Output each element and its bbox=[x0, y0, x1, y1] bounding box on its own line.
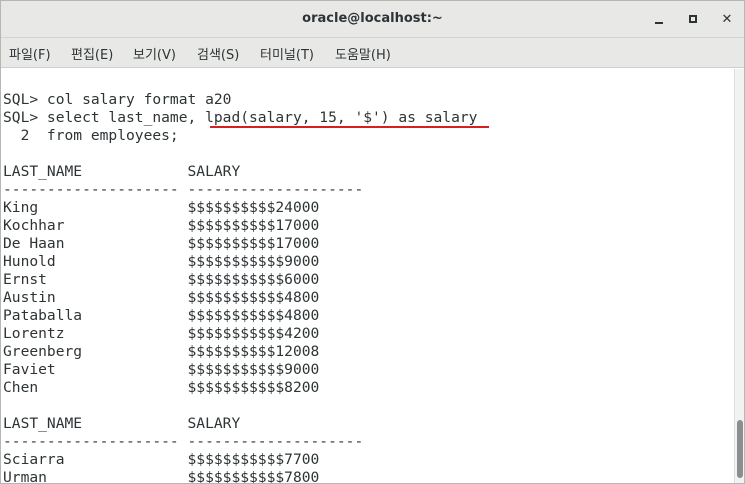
terminal-line: King $$$$$$$$$$24000 bbox=[3, 199, 320, 216]
terminal-line: LAST_NAME SALARY bbox=[3, 163, 241, 180]
terminal-line: Hunold $$$$$$$$$$$9000 bbox=[3, 253, 320, 270]
terminal-line: LAST_NAME SALARY bbox=[3, 415, 241, 432]
menu-file[interactable]: 파일(F) bbox=[9, 44, 51, 63]
terminal-line: Chen $$$$$$$$$$$8200 bbox=[3, 379, 320, 396]
terminal-line: Austin $$$$$$$$$$$4800 bbox=[3, 289, 320, 306]
scrollbar-thumb[interactable] bbox=[737, 420, 743, 478]
terminal-line: Pataballa $$$$$$$$$$$4800 bbox=[3, 307, 320, 324]
close-button[interactable]: ✕ bbox=[717, 9, 737, 29]
terminal-line: Ernst $$$$$$$$$$$6000 bbox=[3, 271, 320, 288]
vertical-scrollbar[interactable] bbox=[734, 69, 744, 483]
menu-bar: 파일(F) 편집(E) 보기(V) 검색(S) 터미널(T) 도움말(H) bbox=[1, 38, 744, 68]
terminal-line: SQL> select last_name, lpad(salary, 15, … bbox=[3, 109, 478, 126]
title-bar[interactable]: oracle@localhost:~ ✕ bbox=[1, 1, 744, 38]
maximize-button[interactable] bbox=[683, 9, 703, 29]
terminal-line: Sciarra $$$$$$$$$$$7700 bbox=[3, 451, 320, 468]
terminal-line: Faviet $$$$$$$$$$$9000 bbox=[3, 361, 320, 378]
minimize-icon bbox=[655, 22, 663, 24]
menu-terminal[interactable]: 터미널(T) bbox=[260, 44, 314, 63]
terminal-line: 2 from employees; bbox=[3, 127, 179, 144]
terminal-output[interactable]: SQL> col salary format a20 SQL> select l… bbox=[1, 69, 734, 483]
terminal-line: Greenberg $$$$$$$$$$12008 bbox=[3, 343, 320, 360]
minimize-button[interactable] bbox=[649, 9, 669, 29]
terminal-line: De Haan $$$$$$$$$$17000 bbox=[3, 235, 320, 252]
terminal-line: Urman $$$$$$$$$$$7800 bbox=[3, 469, 320, 483]
terminal-line: -------------------- -------------------… bbox=[3, 181, 364, 198]
maximize-icon bbox=[689, 15, 697, 23]
menu-view[interactable]: 보기(V) bbox=[133, 44, 176, 63]
close-icon: ✕ bbox=[721, 11, 733, 27]
menu-edit[interactable]: 편집(E) bbox=[71, 44, 113, 63]
annotation-underline bbox=[210, 126, 489, 128]
terminal-line: SQL> col salary format a20 bbox=[3, 91, 232, 108]
window-title: oracle@localhost:~ bbox=[302, 11, 443, 26]
terminal-line: Kochhar $$$$$$$$$$17000 bbox=[3, 217, 320, 234]
terminal-line: -------------------- -------------------… bbox=[3, 433, 364, 450]
terminal-window: oracle@localhost:~ ✕ 파일(F) 편집(E) 보기(V) 검… bbox=[0, 0, 745, 484]
menu-search[interactable]: 검색(S) bbox=[197, 44, 239, 63]
terminal-line: Lorentz $$$$$$$$$$$4200 bbox=[3, 325, 320, 342]
menu-help[interactable]: 도움말(H) bbox=[335, 44, 391, 63]
